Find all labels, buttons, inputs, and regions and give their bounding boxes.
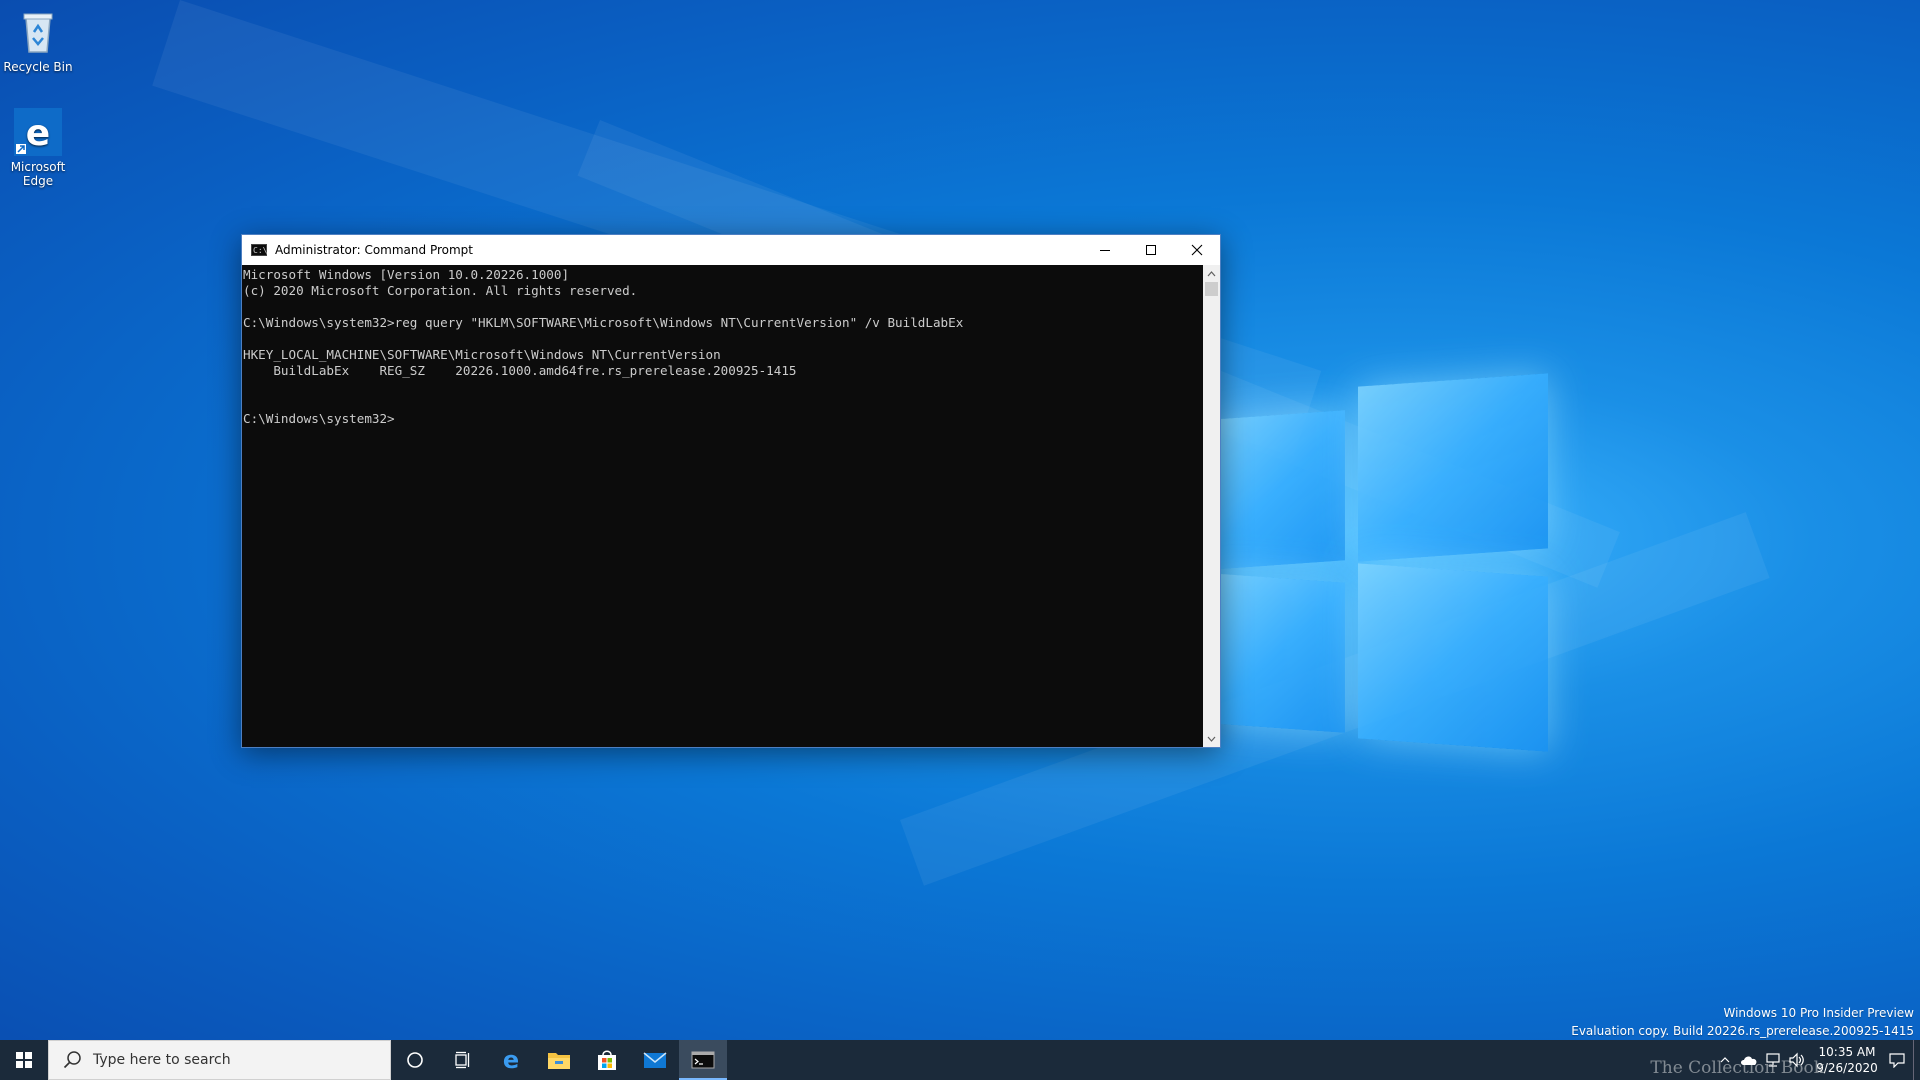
- search-icon: [63, 1051, 81, 1069]
- desktop-icon-microsoft-edge[interactable]: e Microsoft Edge: [0, 108, 76, 188]
- file-explorer-icon: [548, 1053, 570, 1069]
- console-output[interactable]: Microsoft Windows [Version 10.0.20226.10…: [242, 265, 1203, 747]
- notifications-icon: [1889, 1053, 1905, 1068]
- store-icon: [598, 1050, 616, 1070]
- scrollbar-thumb[interactable]: [1205, 282, 1218, 296]
- watermark-build: Evaluation copy. Build 20226.rs_prerelea…: [1571, 1024, 1914, 1038]
- show-hidden-icon: [1720, 1057, 1730, 1063]
- show-desktop-button[interactable]: [1913, 1040, 1920, 1080]
- vertical-scrollbar[interactable]: [1203, 265, 1220, 747]
- taskbar-search-box[interactable]: Type here to search: [48, 1040, 391, 1080]
- svg-text:e: e: [26, 113, 50, 154]
- close-button[interactable]: [1174, 235, 1220, 265]
- volume-button[interactable]: [1785, 1040, 1809, 1080]
- edge-icon: e: [14, 108, 62, 156]
- network-icon: [1766, 1053, 1780, 1067]
- chevron-up-icon: [1207, 270, 1216, 276]
- close-icon: [1191, 244, 1203, 256]
- watermark-edition: Windows 10 Pro Insider Preview: [1723, 1006, 1914, 1020]
- window-title: Administrator: Command Prompt: [275, 243, 473, 257]
- command-prompt-window[interactable]: C:\ Administrator: Command Prompt Micros…: [241, 234, 1221, 748]
- search-placeholder: Type here to search: [93, 1052, 231, 1068]
- command-prompt-icon: [691, 1051, 715, 1069]
- title-bar[interactable]: C:\ Administrator: Command Prompt: [242, 235, 1220, 265]
- cortana-button[interactable]: [391, 1040, 439, 1080]
- store-button[interactable]: [583, 1040, 631, 1080]
- cortana-icon: [407, 1052, 423, 1068]
- mail-button[interactable]: [631, 1040, 679, 1080]
- network-button[interactable]: [1761, 1040, 1785, 1080]
- task-view-icon: [455, 1051, 470, 1069]
- svg-text:e: e: [503, 1048, 519, 1072]
- desktop-icon-label: Microsoft Edge: [10, 160, 66, 188]
- file-explorer-button[interactable]: [535, 1040, 583, 1080]
- evaluation-watermark: Windows 10 Pro Insider Preview Evaluatio…: [1571, 1004, 1914, 1040]
- task-view-button[interactable]: [439, 1040, 487, 1080]
- desktop-icon-recycle-bin[interactable]: Recycle Bin: [0, 8, 76, 74]
- windows-start-icon: [16, 1052, 32, 1068]
- show-hidden-icons-button[interactable]: [1713, 1040, 1737, 1080]
- maximize-button[interactable]: [1128, 235, 1174, 265]
- console-line: (c) 2020 Microsoft Corporation. All righ…: [243, 283, 638, 298]
- maximize-icon: [1146, 245, 1156, 255]
- scroll-down-button[interactable]: [1203, 730, 1220, 747]
- minimize-icon: [1100, 250, 1110, 251]
- onedrive-button[interactable]: [1737, 1040, 1761, 1080]
- clock[interactable]: 10:35 AM 9/26/2020: [1809, 1044, 1885, 1076]
- desktop-icon-label: Recycle Bin: [3, 60, 73, 74]
- cmd-icon: C:\: [251, 244, 268, 256]
- recycle-bin-icon: [14, 8, 62, 56]
- clock-date: 9/26/2020: [1816, 1061, 1878, 1075]
- action-center-button[interactable]: [1885, 1040, 1909, 1080]
- console-line: HKEY_LOCAL_MACHINE\SOFTWARE\Microsoft\Wi…: [243, 347, 721, 362]
- console-line: C:\Windows\system32>: [243, 411, 395, 426]
- volume-icon: [1789, 1052, 1804, 1068]
- console-line: BuildLabEx REG_SZ 20226.1000.amd64fre.rs…: [243, 363, 797, 378]
- mail-icon: [643, 1052, 667, 1068]
- chevron-down-icon: [1207, 736, 1216, 742]
- console-line: C:\Windows\system32>reg query "HKLM\SOFT…: [243, 315, 964, 330]
- edge-icon: e: [503, 1048, 519, 1072]
- scroll-up-button[interactable]: [1203, 265, 1220, 282]
- command-prompt-taskbar-button[interactable]: [679, 1040, 727, 1080]
- onedrive-icon: [1741, 1056, 1757, 1065]
- windows-logo-wallpaper: [1210, 373, 1550, 752]
- system-tray: 10:35 AM 9/26/2020: [1713, 1040, 1920, 1080]
- minimize-button[interactable]: [1082, 235, 1128, 265]
- start-button[interactable]: [0, 1040, 48, 1080]
- taskbar-edge-button[interactable]: e: [487, 1040, 535, 1080]
- console-line: Microsoft Windows [Version 10.0.20226.10…: [243, 267, 570, 282]
- taskbar: Type here to search e The Collection Boo…: [0, 1040, 1920, 1080]
- clock-time: 10:35 AM: [1818, 1045, 1876, 1059]
